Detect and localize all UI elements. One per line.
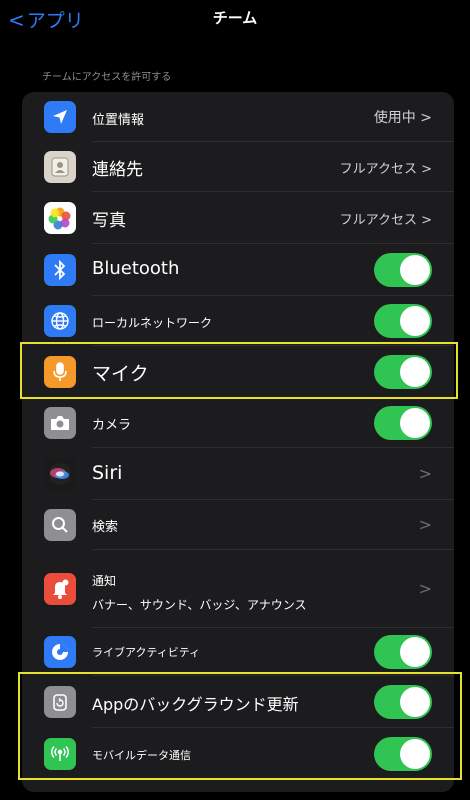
- location-arrow-icon: [44, 101, 76, 133]
- local-network-toggle[interactable]: [374, 304, 432, 338]
- row-label: ローカルネットワーク: [92, 316, 213, 330]
- live-activities-toggle[interactable]: [374, 635, 432, 669]
- toggle-knob: [400, 408, 430, 438]
- row-contacts[interactable]: 連絡先 フルアクセス >: [22, 142, 454, 192]
- chevron-right-icon: >: [418, 515, 432, 534]
- search-icon: [44, 509, 76, 541]
- row-location[interactable]: 位置情報 使用中 >: [22, 92, 454, 142]
- row-bluetooth[interactable]: Bluetooth: [22, 244, 454, 296]
- row-mobile-data[interactable]: モバイルデータ通信: [22, 728, 454, 780]
- row-value: 使用中 >: [373, 110, 432, 126]
- bluetooth-toggle[interactable]: [374, 253, 432, 287]
- row-microphone[interactable]: マイク: [22, 346, 454, 398]
- chevron-right-icon: >: [418, 464, 432, 483]
- row-value: フルアクセス >: [339, 213, 432, 228]
- row-notifications[interactable]: 通知 バナー、サウンド、バッジ、アナウンス >: [22, 550, 454, 628]
- row-value: フルアクセス >: [339, 162, 432, 177]
- row-label: Bluetooth: [92, 258, 180, 279]
- toggle-knob: [400, 739, 430, 769]
- row-label: ライブアクティビティ: [92, 646, 201, 659]
- row-label: Appのバックグラウンド更新: [92, 695, 299, 714]
- row-label: Siri: [92, 462, 123, 484]
- page-title: チーム: [212, 9, 258, 27]
- mobile-data-toggle[interactable]: [374, 737, 432, 771]
- gear-refresh-icon: [44, 686, 76, 718]
- toggle-knob: [400, 687, 430, 717]
- photos-icon: [44, 202, 76, 234]
- row-label: モバイルデータ通信: [92, 749, 191, 762]
- bluetooth-icon: [44, 254, 76, 286]
- toggle-knob: [400, 306, 430, 336]
- siri-icon: [44, 458, 76, 490]
- toggle-knob: [400, 255, 430, 285]
- globe-icon: [44, 305, 76, 337]
- microphone-toggle[interactable]: [374, 355, 432, 389]
- row-camera[interactable]: カメラ: [22, 398, 454, 448]
- row-label: 通知: [92, 574, 117, 588]
- contacts-icon: [44, 151, 76, 183]
- row-live-activities[interactable]: ライブアクティビティ: [22, 628, 454, 676]
- microphone-icon: [44, 356, 76, 388]
- row-label: 検索: [92, 520, 119, 535]
- camera-icon: [44, 407, 76, 439]
- row-label: カメラ: [92, 418, 132, 433]
- toggle-knob: [400, 637, 430, 667]
- chevron-right-icon: >: [418, 579, 432, 598]
- row-sublabel: バナー、サウンド、バッジ、アナウンス: [92, 598, 307, 612]
- antenna-icon: [44, 738, 76, 770]
- row-search[interactable]: 検索 >: [22, 500, 454, 550]
- row-siri[interactable]: Siri >: [22, 448, 454, 500]
- navigation-bar: < アプリ チーム: [0, 0, 470, 40]
- row-label: 位置情報: [92, 113, 145, 128]
- row-local-network[interactable]: ローカルネットワーク: [22, 296, 454, 346]
- background-refresh-toggle[interactable]: [374, 685, 432, 719]
- live-activity-icon: [44, 636, 76, 668]
- row-photos[interactable]: 写真 フルアクセス >: [22, 192, 454, 244]
- row-label: 写真: [92, 211, 126, 231]
- section-header: チームにアクセスを許可する: [42, 72, 172, 83]
- row-label: 連絡先: [92, 160, 143, 180]
- row-background-app-refresh[interactable]: Appのバックグラウンド更新: [22, 676, 454, 728]
- camera-toggle[interactable]: [374, 406, 432, 440]
- row-label: マイク: [92, 363, 149, 385]
- settings-group: 位置情報 使用中 > 連絡先 フルアクセス > 写真 フルアクセス > Blue…: [22, 92, 454, 792]
- notification-bell-icon: [44, 573, 76, 605]
- toggle-knob: [400, 357, 430, 387]
